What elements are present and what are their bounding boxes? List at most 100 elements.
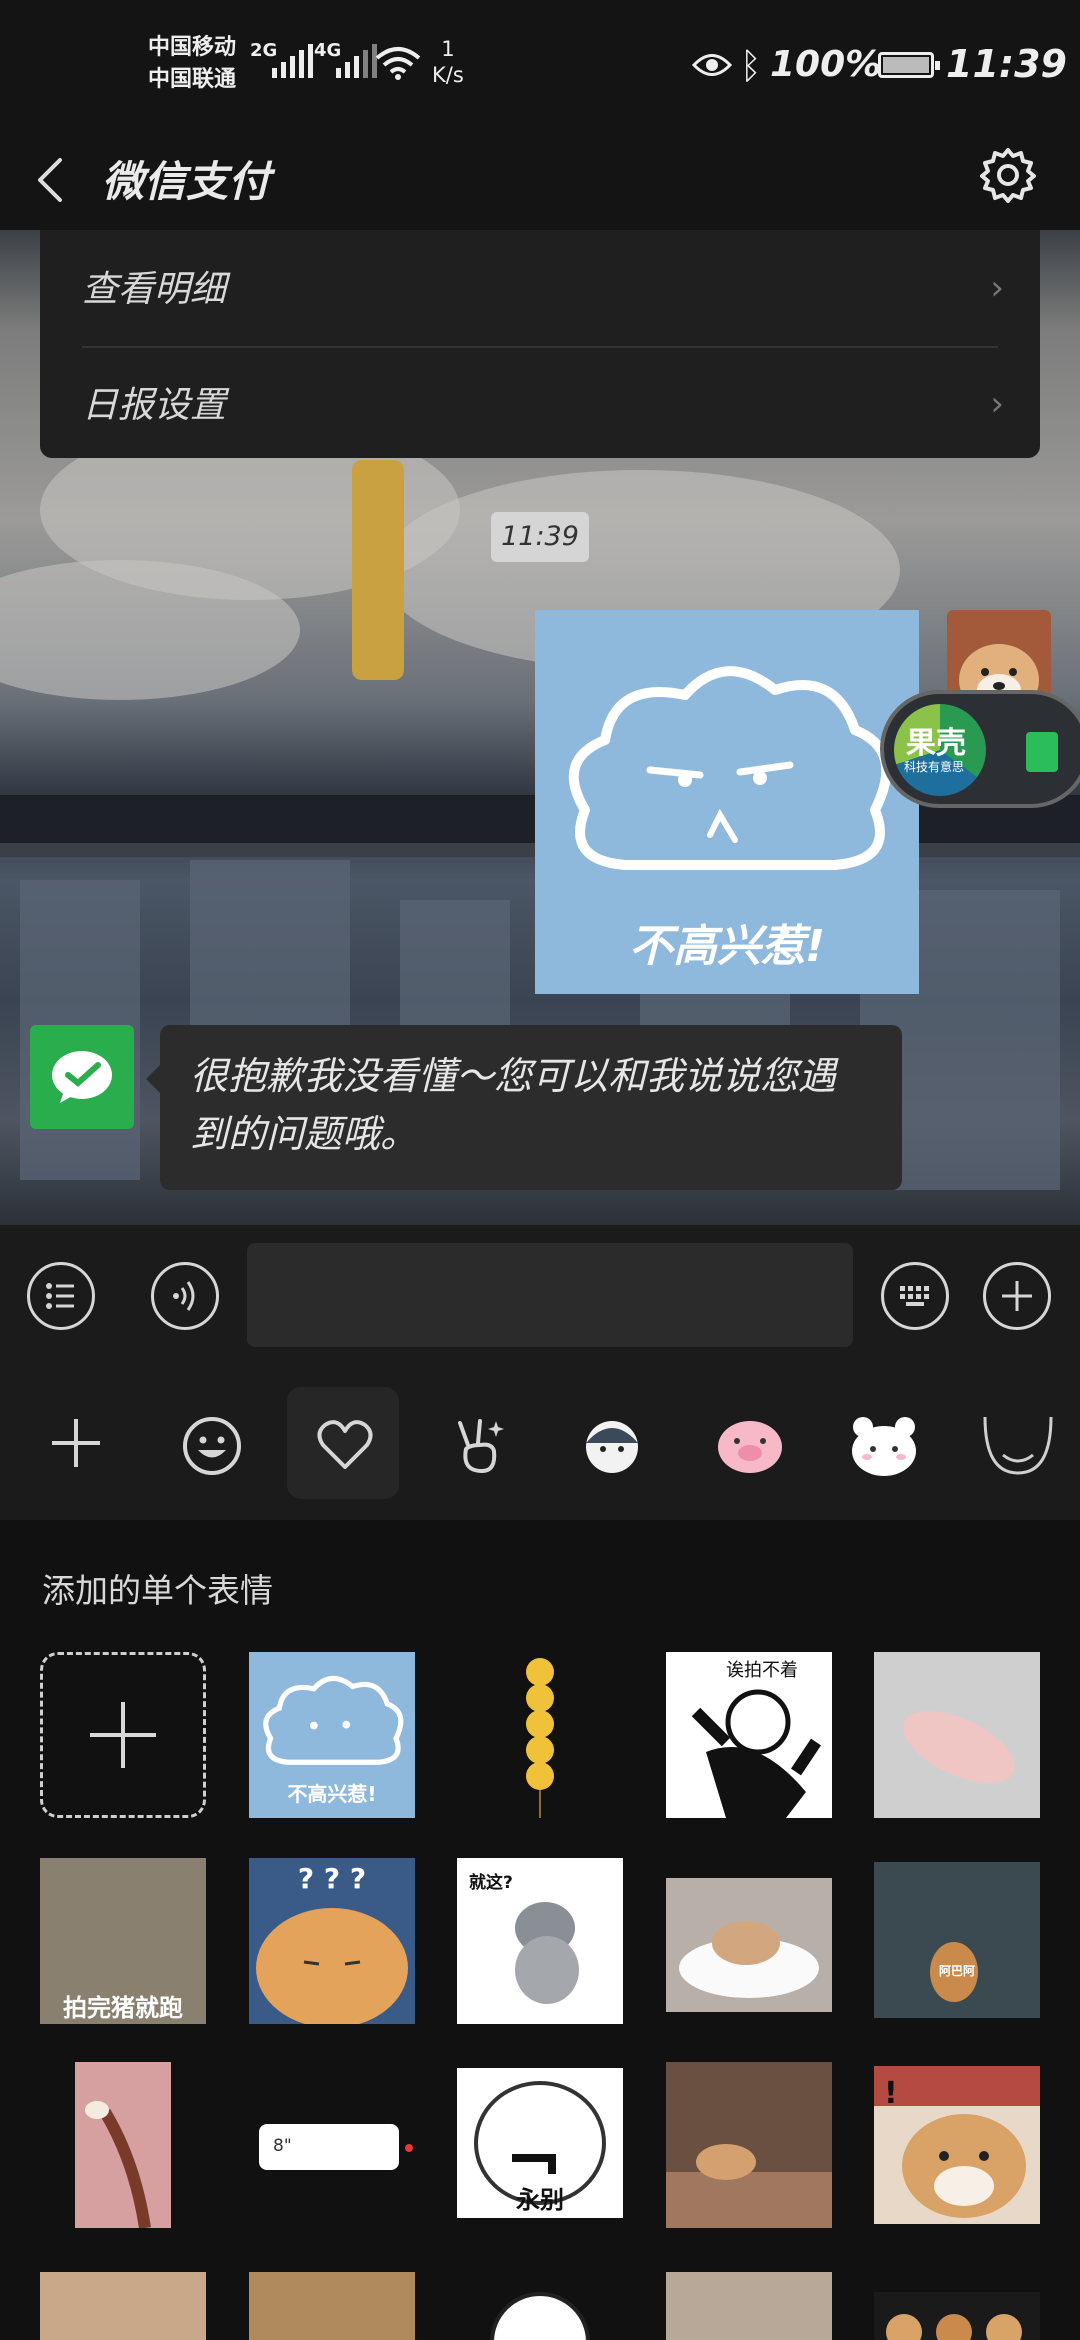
battery-icon — [878, 52, 940, 78]
sticker-caption: ! — [884, 2076, 898, 2111]
keyboard-button[interactable] — [881, 1262, 949, 1330]
chevron-right-icon: › — [990, 268, 1004, 308]
tab-gesture-stickers[interactable] — [420, 1387, 532, 1499]
floating-app-widget[interactable]: 果壳 科技有意思 — [880, 690, 1080, 808]
sticker-flower-dog[interactable] — [249, 2272, 415, 2340]
food-photo-image — [85, 2101, 151, 2228]
cartoon-face-icon — [586, 1421, 638, 1473]
voice-icon — [173, 1281, 195, 1311]
menu-item-daily-report-settings[interactable]: 日报设置 › — [40, 346, 1040, 458]
bluetooth-icon: ᛒ — [740, 46, 762, 87]
tab-sticker-pack-smile[interactable] — [955, 1387, 1067, 1499]
sticker-run-away[interactable]: 拍完猪就跑 — [40, 1858, 206, 2024]
signal-bars-icon — [336, 44, 377, 78]
sticker-round-face[interactable] — [457, 2272, 623, 2340]
emoji-skewer-image — [526, 1658, 554, 1818]
sticker-dog-group[interactable] — [874, 2292, 1040, 2340]
sticker-tab-bar — [0, 1367, 1080, 1520]
plus-icon — [1002, 1281, 1032, 1311]
plus-icon — [52, 1419, 100, 1467]
widget-subtitle: 科技有意思 — [904, 760, 965, 774]
sticker-caption: 不高兴惹! — [287, 1782, 377, 1806]
sticker-cloud[interactable]: 不高兴惹! — [249, 1652, 415, 1818]
sticker-panel: 添加的单个表情 不高兴惹! 诶拍不着 拍完猪就跑 ? ? ? 就这? 阿巴阿 8… — [0, 1520, 1080, 2340]
chat-input-bar — [0, 1225, 1080, 1367]
tab-sticker-pack-1[interactable] — [554, 1387, 666, 1499]
menu-item-label: 日报设置 — [82, 385, 227, 426]
sticker-caption: 阿巴阿 — [938, 1964, 975, 1978]
add-sticker-tile[interactable] — [40, 1652, 206, 1818]
sticker-shiba[interactable]: ! — [874, 2066, 1040, 2224]
battery-percent: 100% — [770, 44, 882, 85]
sticker-emoji-stack[interactable] — [457, 1652, 623, 1818]
dogs-photo-image — [886, 2314, 1022, 2340]
message-text: 很抱歉我没看懂～您可以和我说说您遇到的问题哦。 — [190, 1054, 837, 1156]
status-bar: 中国移动 中国联通 2G 4G 1 K/s ᛒ 100% 11:39 — [0, 0, 1080, 130]
wechat-pay-avatar[interactable] — [30, 1025, 134, 1129]
document-icon — [1026, 732, 1058, 772]
dog-photo-image — [930, 1942, 978, 2002]
sticker-sausage[interactable] — [75, 2062, 171, 2228]
menu-list-button[interactable] — [27, 1262, 95, 1330]
pig-photo-image — [903, 1711, 1015, 1783]
round-face-image — [490, 2292, 590, 2340]
sticker-that-is-it[interactable]: 就这? — [457, 1858, 623, 2024]
sticker-dog-sign[interactable]: 阿巴阿 — [874, 1862, 1040, 2018]
gear-icon[interactable] — [978, 144, 1038, 204]
received-text-message[interactable]: 很抱歉我没看懂～您可以和我说说您遇到的问题哦。 — [146, 1025, 902, 1190]
voice-duration: 8" — [273, 2136, 292, 2156]
tab-favorites[interactable] — [287, 1387, 399, 1499]
message-timestamp: 11:39 — [491, 512, 589, 562]
sticker-hand[interactable] — [666, 2272, 832, 2340]
page-title: 微信支付 — [102, 157, 271, 206]
sticker-pink-pig[interactable] — [874, 1652, 1040, 1818]
more-functions-button[interactable] — [983, 1262, 1051, 1330]
sticker-question-cat[interactable]: ? ? ? — [249, 1858, 415, 2024]
menu-item-label: 查看明细 — [82, 269, 227, 310]
sticker-caption: 不高兴惹! — [628, 921, 826, 972]
carrier-names: 中国移动 中国联通 — [148, 35, 237, 92]
status-time: 11:39 — [946, 42, 1067, 86]
title-bar: 微信支付 — [0, 130, 1080, 230]
puppy-photo-image — [666, 2144, 832, 2228]
list-icon — [46, 1283, 74, 1309]
menu-item-view-details[interactable]: 查看明细 › — [40, 230, 1040, 342]
sticker-washing-cat[interactable] — [666, 1878, 832, 2012]
sticker-caption: 永别 — [516, 2186, 564, 2214]
pig-face-icon — [718, 1421, 782, 1473]
sticker-caption: 就这? — [469, 1873, 513, 1893]
chevron-right-icon: › — [990, 384, 1004, 424]
eye-icon — [692, 54, 732, 76]
signal-bars-icon — [272, 44, 313, 78]
victory-hand-icon — [458, 1419, 504, 1473]
sticker-voice-message[interactable]: 8" — [249, 2062, 415, 2228]
sticker-corgi[interactable] — [40, 2272, 206, 2340]
sticker-panda-man[interactable]: 诶拍不着 — [666, 1652, 832, 1818]
voice-button[interactable] — [151, 1262, 219, 1330]
sticker-caption: 诶拍不着 — [726, 1660, 798, 1681]
sticker-caption: 拍完猪就跑 — [63, 1994, 183, 2022]
heart-icon — [317, 1420, 373, 1469]
section-title: 添加的单个表情 — [42, 1571, 273, 1610]
tab-emoji[interactable] — [153, 1387, 265, 1499]
back-arrow-icon[interactable] — [30, 152, 80, 208]
sent-sticker-message[interactable]: 不高兴惹! — [535, 610, 919, 994]
network-speed: 1 K/s — [432, 37, 464, 87]
bear-face-icon — [852, 1417, 916, 1476]
bath-cat-image — [679, 1921, 819, 1998]
smiley-icon — [183, 1417, 241, 1475]
wechat-logo-icon — [52, 1051, 112, 1103]
sticker-caption: ? ? ? — [297, 1862, 367, 1895]
smile-face-icon — [983, 1416, 1053, 1475]
wifi-icon — [375, 47, 421, 80]
tab-sticker-pack-pig[interactable] — [687, 1387, 799, 1499]
voice-bubble: 8" — [259, 2124, 399, 2170]
keyboard-icon — [900, 1286, 929, 1306]
sticker-farewell-bear[interactable]: 永别 — [457, 2068, 623, 2218]
tab-add-sticker[interactable] — [20, 1387, 132, 1499]
message-input[interactable] — [247, 1243, 853, 1347]
unread-dot — [405, 2144, 413, 2152]
sticker-puppy-walk[interactable] — [666, 2062, 832, 2228]
service-menu: 查看明细 › 日报设置 › — [40, 230, 1040, 458]
tab-sticker-pack-bear[interactable] — [821, 1387, 933, 1499]
